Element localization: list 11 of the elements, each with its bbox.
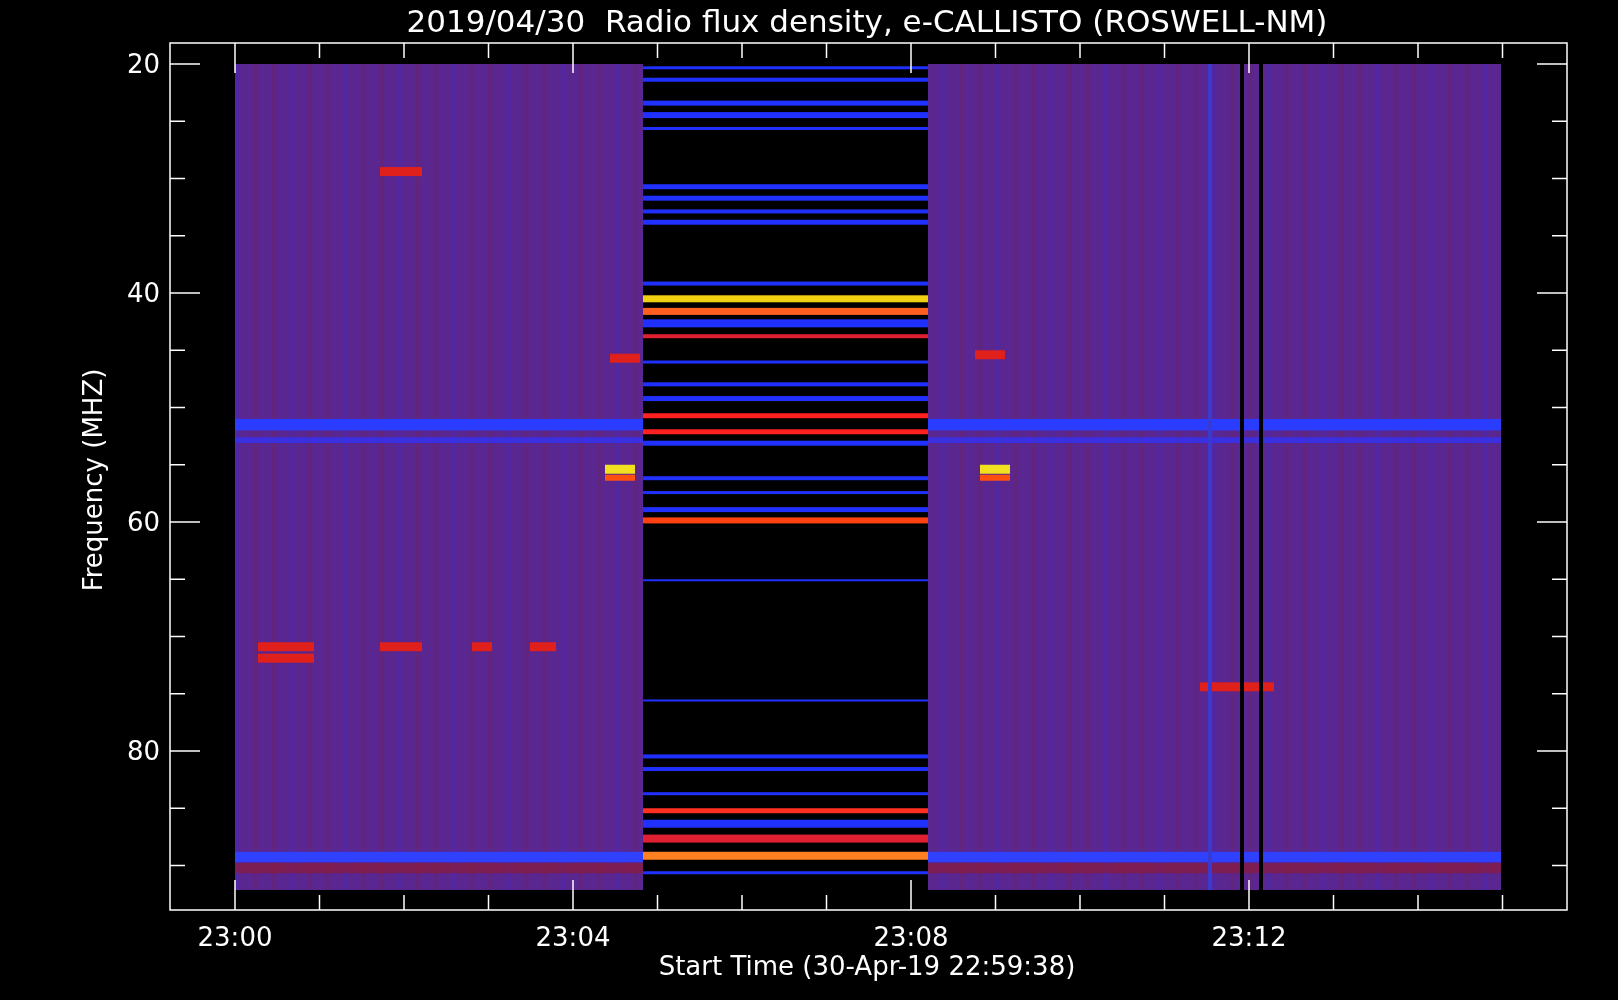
tick-label: 23:08	[873, 922, 949, 952]
tick-label: 80	[126, 736, 160, 766]
tick-label: 23:04	[535, 922, 611, 952]
axis-label: Frequency (MHZ)	[78, 368, 108, 592]
tick-label: 40	[126, 278, 160, 308]
chart-title: 2019/04/30 Radio flux density, e-CALLISTO (ROSWELL-NM)	[406, 3, 1328, 39]
tick-label: 60	[126, 507, 160, 537]
axis-label: Start Time (30-Apr-19 22:59:38)	[658, 951, 1076, 981]
tick-label: 23:12	[1211, 922, 1287, 952]
tick-label: 20	[126, 49, 160, 79]
tick-label: 23:00	[197, 922, 273, 952]
